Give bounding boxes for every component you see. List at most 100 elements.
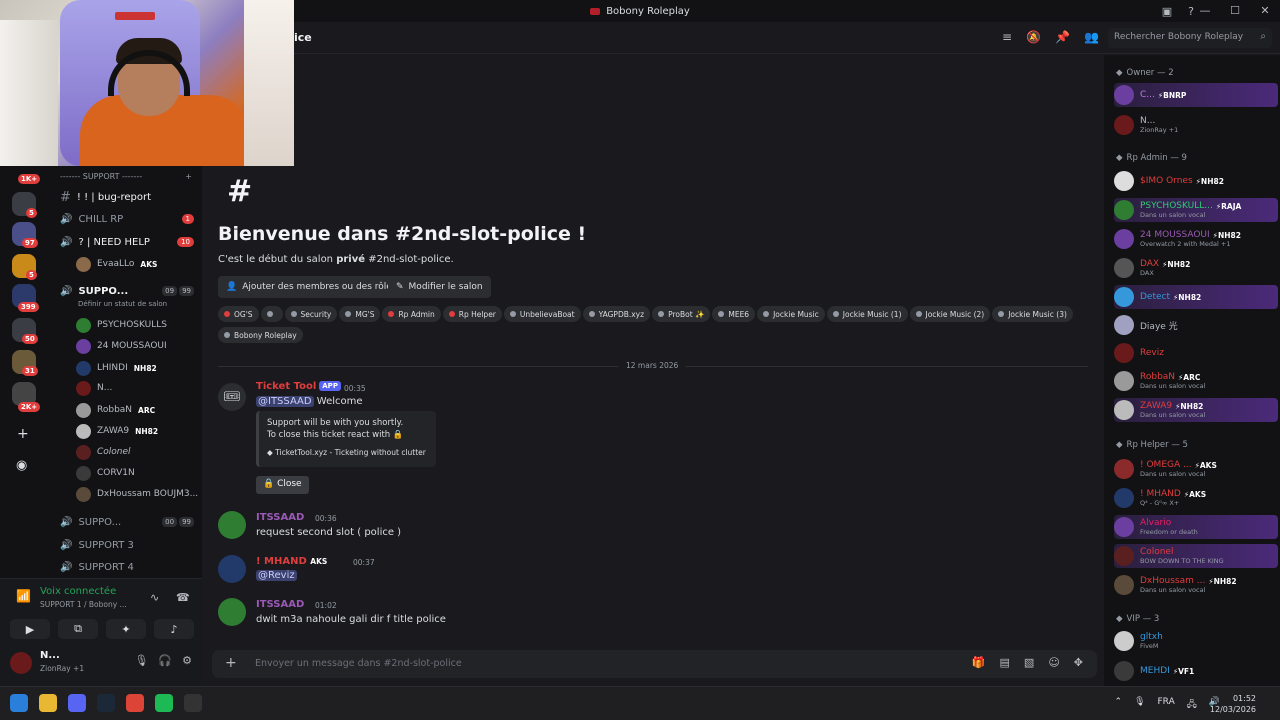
member-row[interactable]: DAX ⚡NH82 DAX bbox=[1114, 256, 1278, 280]
members-icon[interactable]: 👥 bbox=[1084, 30, 1099, 44]
member-row[interactable]: PSYCHOSKULL... ⚡RAJA Dans un salon vocal bbox=[1114, 198, 1278, 222]
mic-icon[interactable]: 🎙 bbox=[134, 654, 148, 667]
role-chip[interactable]: Jockie Music bbox=[757, 306, 825, 322]
user-name[interactable]: N... bbox=[40, 650, 60, 661]
add-server-icon[interactable]: + bbox=[17, 426, 29, 442]
avatar[interactable] bbox=[218, 555, 246, 583]
pin-icon[interactable]: 📌 bbox=[1055, 30, 1070, 44]
close-window-button[interactable]: ✕ bbox=[1250, 0, 1280, 22]
member-row[interactable]: gltxh FiveM bbox=[1114, 629, 1278, 653]
message-author[interactable]: Ticket Tool APP bbox=[256, 381, 341, 392]
member-row[interactable]: Alvario Freedom or death bbox=[1114, 515, 1278, 539]
discover-icon[interactable]: ◉ bbox=[16, 458, 27, 473]
clock[interactable]: 01:52 12/03/2026 bbox=[1210, 693, 1256, 715]
channel-bug-report[interactable]: # ! ! | bug-report bbox=[54, 187, 200, 207]
member-row[interactable]: ! OMEGA ... ⚡AKS Dans un salon vocal bbox=[1114, 457, 1278, 481]
attach-icon[interactable]: + bbox=[225, 655, 237, 671]
member-row[interactable]: RobbaN ⚡ARC Dans un salon vocal bbox=[1114, 369, 1278, 393]
member-row[interactable]: N... ZionRay +1 bbox=[1114, 113, 1278, 137]
message-author[interactable]: ITSSAAD bbox=[256, 599, 304, 610]
member-row[interactable]: Colonel BOW DOWN TO THE KING bbox=[1114, 544, 1278, 568]
mention[interactable]: @ITSSAAD bbox=[256, 396, 314, 407]
vc-member[interactable]: LHINDI NH82 bbox=[76, 358, 157, 378]
channel-status[interactable]: Définir un statut de salon bbox=[78, 300, 167, 308]
activities-button[interactable]: ✦ bbox=[106, 619, 146, 639]
apps-icon[interactable]: ✥ bbox=[1074, 656, 1083, 669]
vc-member[interactable]: RobbaN ARC bbox=[76, 400, 155, 420]
voice-channel[interactable]: SUPPORT 1 / Bobony ... bbox=[40, 600, 127, 609]
role-chip[interactable]: Jockie Music (1) bbox=[826, 306, 908, 322]
add-members-button[interactable]: 👤 Ajouter des membres ou des rôles bbox=[218, 276, 405, 298]
member-row[interactable]: $IMO Ornes ⚡NH82 bbox=[1114, 169, 1278, 193]
language-indicator[interactable]: FRA bbox=[1158, 697, 1175, 713]
soundboard-button[interactable]: ♪ bbox=[154, 619, 194, 639]
close-ticket-button[interactable]: 🔒 Close bbox=[256, 476, 309, 494]
role-chip[interactable]: Jockie Music (2) bbox=[909, 306, 991, 322]
file-explorer-icon[interactable] bbox=[39, 694, 57, 712]
vc-member[interactable]: 24 MOUSSAOUI bbox=[76, 336, 167, 356]
vc-member[interactable]: N... bbox=[76, 378, 112, 398]
message-author[interactable]: ! MHAND AKS bbox=[256, 556, 327, 567]
app-icon[interactable] bbox=[184, 694, 202, 712]
edit-channel-button[interactable]: ✎ Modifier le salon bbox=[388, 276, 491, 298]
vc-member[interactable]: Colonel bbox=[76, 442, 131, 462]
noise-suppression-icon[interactable]: ∿ bbox=[150, 591, 159, 604]
message-author[interactable]: ITSSAAD bbox=[256, 512, 304, 523]
search-input[interactable]: Rechercher Bobony Roleplay ⌕ bbox=[1108, 28, 1272, 48]
message-input[interactable]: Envoyer un message dans #2nd-slot-police bbox=[255, 658, 462, 669]
settings-icon[interactable]: ⚙ bbox=[182, 654, 192, 667]
chevron-up-icon[interactable]: ⌃ bbox=[1115, 697, 1123, 713]
member-row[interactable]: ZAWA9 ⚡NH82 Dans un salon vocal bbox=[1114, 398, 1278, 422]
discord-icon[interactable] bbox=[68, 694, 86, 712]
inbox-icon[interactable]: ▣ bbox=[1162, 5, 1172, 18]
role-chip[interactable]: YAGPDB.xyz bbox=[582, 306, 651, 322]
role-chip[interactable]: UnbelievaBoat bbox=[503, 306, 581, 322]
steam-icon[interactable] bbox=[97, 694, 115, 712]
role-chip[interactable]: Rp Helper bbox=[442, 306, 502, 322]
headphones-icon[interactable]: 🎧 bbox=[158, 654, 172, 667]
channel-support-2[interactable]: 🔊 SUPPO... 00 99 bbox=[54, 512, 200, 532]
camera-button[interactable]: ▶ bbox=[10, 619, 50, 639]
add-channel-icon[interactable]: + bbox=[185, 172, 192, 184]
avatar[interactable] bbox=[218, 598, 246, 626]
vc-member[interactable]: PSYCHOSKULLS bbox=[76, 315, 167, 335]
disconnect-icon[interactable]: ☎ bbox=[176, 591, 190, 604]
channel-support-3[interactable]: 🔊 SUPPORT 3 bbox=[54, 535, 200, 555]
vc-member[interactable]: EvaaLLo AKS bbox=[76, 254, 157, 274]
mute-icon[interactable]: 🔕 bbox=[1026, 30, 1041, 44]
chrome-icon[interactable] bbox=[126, 694, 144, 712]
maximize-button[interactable]: ☐ bbox=[1220, 0, 1250, 22]
gif-icon[interactable]: ▤ bbox=[1000, 656, 1010, 669]
windows-start-icon[interactable] bbox=[10, 694, 28, 712]
member-row[interactable]: MEHDI ⚡VF1 bbox=[1114, 659, 1278, 683]
screen-share-button[interactable]: ⧉ bbox=[58, 619, 98, 639]
member-row[interactable]: Diaye 光 bbox=[1114, 313, 1278, 337]
member-row[interactable]: DxHoussam ... ⚡NH82 Dans un salon vocal bbox=[1114, 573, 1278, 597]
vc-member[interactable]: ZAWA9 NH82 bbox=[76, 421, 158, 441]
network-icon[interactable]: 🖧 bbox=[1187, 697, 1197, 713]
mention[interactable]: @Reviz bbox=[256, 570, 297, 581]
role-chip[interactable] bbox=[260, 306, 283, 322]
spotify-icon[interactable] bbox=[155, 694, 173, 712]
minimize-button[interactable]: — bbox=[1190, 0, 1220, 22]
gift-icon[interactable]: 🎁 bbox=[972, 656, 986, 669]
member-row[interactable]: ! MHAND ⚡AKS Q⁴ - G⁰∞ X+ bbox=[1114, 486, 1278, 510]
emoji-icon[interactable]: ☺ bbox=[1048, 656, 1059, 669]
channel-support-4[interactable]: 🔊 SUPPORT 4 bbox=[54, 557, 200, 577]
avatar[interactable] bbox=[218, 511, 246, 539]
threads-icon[interactable]: ≡ bbox=[1002, 30, 1012, 44]
avatar[interactable] bbox=[10, 652, 32, 674]
vc-member[interactable]: CORV1N bbox=[76, 463, 135, 483]
member-row[interactable]: Reviz bbox=[1114, 341, 1278, 365]
role-chip[interactable]: Bobony Roleplay bbox=[218, 327, 303, 343]
member-row[interactable]: Detect ⚡NH82 bbox=[1114, 285, 1278, 309]
channel-chill-rp[interactable]: 🔊 CHILL RP 1 bbox=[54, 209, 200, 229]
role-chip[interactable]: Jockie Music (3) bbox=[992, 306, 1073, 322]
role-chip[interactable]: MG'S bbox=[339, 306, 381, 322]
channel-need-help[interactable]: 🔊 ? | NEED HELP 10 bbox=[54, 232, 200, 252]
role-chip[interactable]: ProBot ✨ bbox=[652, 306, 711, 322]
member-row[interactable]: 24 MOUSSAOUI ⚡NH82 Overwatch 2 with Medal … bbox=[1114, 227, 1278, 251]
avatar[interactable]: 🎟 bbox=[218, 383, 246, 411]
mic-icon[interactable]: 🎙 bbox=[1134, 697, 1145, 713]
channel-support-1[interactable]: 🔊 SUPPO... 09 99 bbox=[54, 281, 200, 301]
